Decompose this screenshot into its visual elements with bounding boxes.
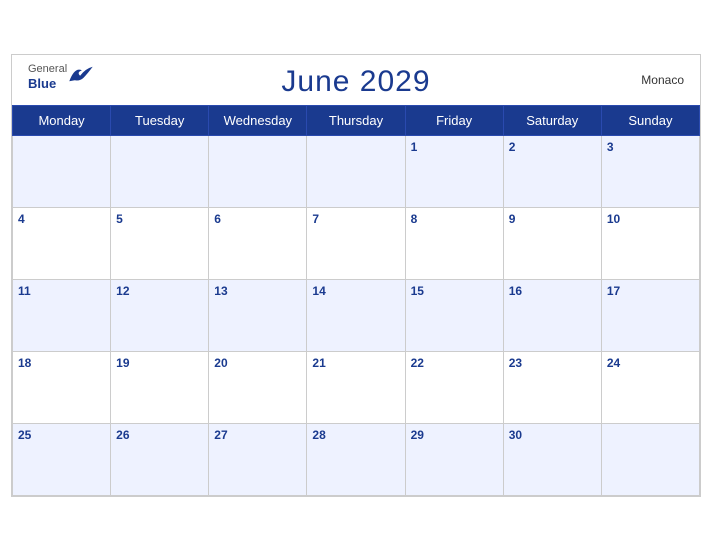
logo-bird-icon <box>67 65 95 83</box>
calendar-day-cell: 30 <box>503 423 601 495</box>
calendar-day-cell: 26 <box>111 423 209 495</box>
calendar-day-cell: 8 <box>405 207 503 279</box>
calendar-day-cell: 7 <box>307 207 405 279</box>
calendar-day-cell: 9 <box>503 207 601 279</box>
calendar-day-cell: 18 <box>13 351 111 423</box>
calendar-day-cell: 20 <box>209 351 307 423</box>
header-sunday: Sunday <box>601 105 699 135</box>
calendar-day-cell: 5 <box>111 207 209 279</box>
calendar-day-cell: 16 <box>503 279 601 351</box>
calendar-day-cell: 22 <box>405 351 503 423</box>
calendar-day-cell: 1 <box>405 135 503 207</box>
calendar-title: June 2029 <box>281 65 430 99</box>
calendar-day-cell <box>111 135 209 207</box>
calendar-day-cell: 15 <box>405 279 503 351</box>
calendar-day-cell: 2 <box>503 135 601 207</box>
calendar-day-cell: 24 <box>601 351 699 423</box>
header-thursday: Thursday <box>307 105 405 135</box>
calendar-week-row: 11121314151617 <box>13 279 700 351</box>
calendar-day-cell: 23 <box>503 351 601 423</box>
logo-blue-text: Blue <box>28 76 67 92</box>
calendar-week-row: 18192021222324 <box>13 351 700 423</box>
calendar-day-cell: 28 <box>307 423 405 495</box>
calendar-day-cell: 11 <box>13 279 111 351</box>
header-monday: Monday <box>13 105 111 135</box>
calendar-day-cell: 12 <box>111 279 209 351</box>
header-friday: Friday <box>405 105 503 135</box>
calendar-day-cell: 13 <box>209 279 307 351</box>
calendar-week-row: 252627282930 <box>13 423 700 495</box>
logo-area: General Blue <box>28 63 67 92</box>
calendar-day-cell: 21 <box>307 351 405 423</box>
calendar-week-row: 45678910 <box>13 207 700 279</box>
calendar-header: General Blue June 2029 Monaco <box>12 55 700 105</box>
calendar-day-cell <box>601 423 699 495</box>
calendar-day-cell: 29 <box>405 423 503 495</box>
header-wednesday: Wednesday <box>209 105 307 135</box>
country-label: Monaco <box>641 73 684 87</box>
calendar-container: General Blue June 2029 Monaco Monday Tue… <box>11 54 701 497</box>
calendar-day-cell: 14 <box>307 279 405 351</box>
header-saturday: Saturday <box>503 105 601 135</box>
calendar-day-cell <box>209 135 307 207</box>
header-tuesday: Tuesday <box>111 105 209 135</box>
calendar-week-row: 123 <box>13 135 700 207</box>
calendar-day-cell <box>307 135 405 207</box>
calendar-day-cell: 10 <box>601 207 699 279</box>
calendar-day-cell: 17 <box>601 279 699 351</box>
calendar-day-cell: 19 <box>111 351 209 423</box>
calendar-day-cell: 27 <box>209 423 307 495</box>
calendar-table: Monday Tuesday Wednesday Thursday Friday… <box>12 105 700 496</box>
calendar-day-cell: 4 <box>13 207 111 279</box>
calendar-day-cell: 3 <box>601 135 699 207</box>
calendar-day-cell <box>13 135 111 207</box>
calendar-day-cell: 25 <box>13 423 111 495</box>
weekday-header-row: Monday Tuesday Wednesday Thursday Friday… <box>13 105 700 135</box>
calendar-day-cell: 6 <box>209 207 307 279</box>
logo-general-text: General <box>28 63 67 76</box>
